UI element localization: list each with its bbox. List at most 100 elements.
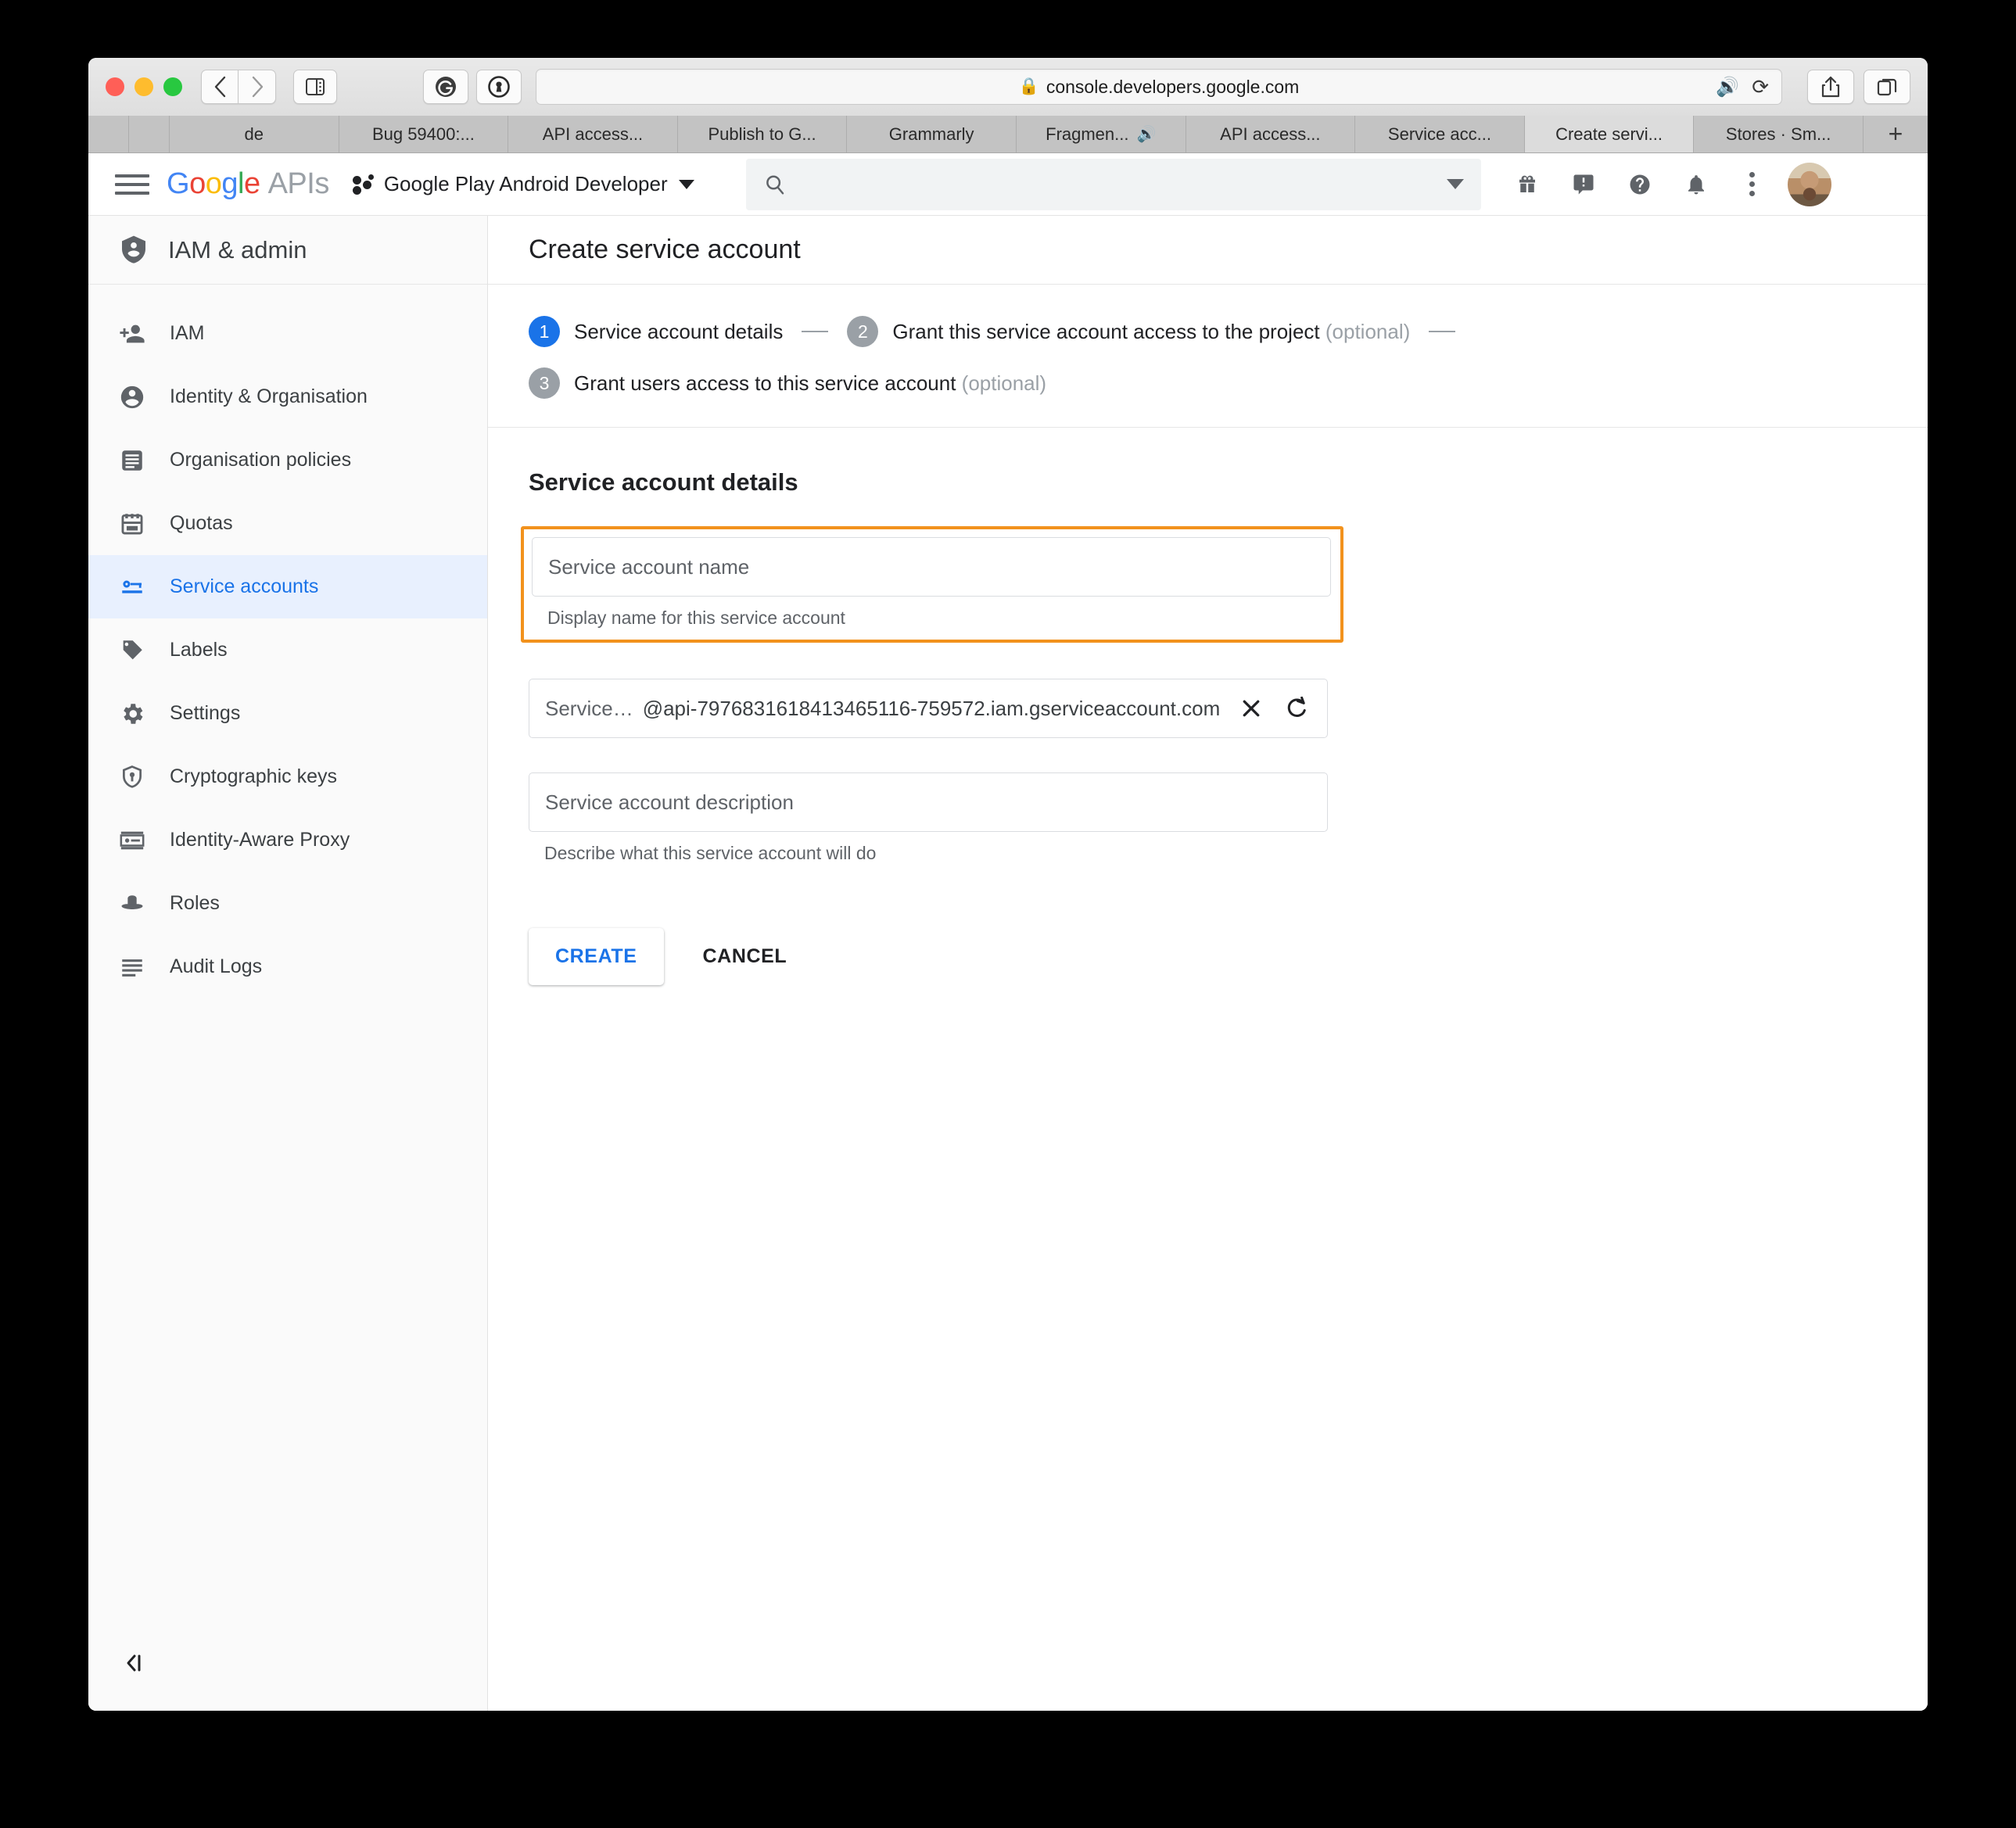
- service-account-description-input[interactable]: Service account description: [529, 772, 1328, 832]
- sidebar-item-identity-organisation[interactable]: Identity & Organisation: [88, 365, 487, 428]
- person-add-icon: [118, 320, 146, 348]
- sidebar-item-identity-aware-proxy[interactable]: Identity-Aware Proxy: [88, 808, 487, 872]
- cancel-button[interactable]: CANCEL: [691, 928, 800, 985]
- sidebar-collapse-button[interactable]: [88, 1651, 487, 1711]
- sidebar-item-cryptographic-keys[interactable]: Cryptographic keys: [88, 745, 487, 808]
- more-vert-icon[interactable]: [1739, 171, 1766, 198]
- search-chevron-down-icon[interactable]: [1446, 179, 1464, 189]
- browser-tab[interactable]: API access...: [508, 116, 678, 152]
- form-heading: Service account details: [529, 468, 798, 496]
- search-input[interactable]: [745, 158, 1481, 210]
- grammarly-extension-icon[interactable]: [423, 70, 468, 104]
- sidebar-item-quotas[interactable]: Quotas: [88, 492, 487, 555]
- project-selector[interactable]: Google Play Android Developer: [352, 172, 694, 196]
- page-title: Create service account: [488, 216, 1928, 285]
- sidebar-item-label: Service accounts: [170, 575, 319, 597]
- tab-title: API access...: [1220, 124, 1321, 144]
- form-actions: CREATE CANCEL: [529, 928, 1887, 1032]
- browser-tab[interactable]: Publish to G...: [677, 116, 848, 152]
- sidebar-item-label: Cryptographic keys: [170, 765, 337, 787]
- description-field-group: Service account description Describe wha…: [529, 772, 1887, 864]
- onepassword-extension-icon[interactable]: [476, 70, 522, 104]
- reload-icon[interactable]: ⟳: [1752, 75, 1769, 99]
- search-icon: [763, 173, 787, 196]
- browser-tab[interactable]: Grammarly: [847, 116, 1017, 152]
- toolbar-right-buttons: [1807, 70, 1910, 104]
- step-3[interactable]: 3 Grant users access to this service acc…: [529, 367, 1046, 399]
- forward-chevron-icon[interactable]: [239, 70, 276, 104]
- step-1[interactable]: 1 Service account details: [529, 316, 783, 347]
- sidebar-item-audit-logs[interactable]: Audit Logs: [88, 935, 487, 998]
- close-window-button[interactable]: [106, 77, 124, 96]
- help-icon[interactable]: [1627, 171, 1653, 198]
- sidebar-item-label: Roles: [170, 892, 220, 914]
- google-apis-logo[interactable]: Go o g l e APIs: [167, 167, 329, 201]
- refresh-icon[interactable]: [1285, 697, 1308, 720]
- minimize-window-button[interactable]: [135, 77, 153, 96]
- back-chevron-icon[interactable]: [201, 70, 239, 104]
- browser-tab[interactable]: Bug 59400:...: [339, 116, 509, 152]
- sidebar-item-service-accounts[interactable]: Service accounts: [88, 555, 487, 618]
- sidebar-item-iam[interactable]: IAM: [88, 302, 487, 365]
- browser-tab[interactable]: Stores · Sm...: [1694, 116, 1864, 152]
- quotas-icon: [118, 510, 146, 538]
- notifications-icon[interactable]: [1683, 171, 1709, 198]
- step-2[interactable]: 2 Grant this service account access to t…: [847, 316, 1410, 347]
- gift-icon[interactable]: [1514, 171, 1541, 198]
- browser-tab-active[interactable]: Create servi...: [1524, 116, 1695, 152]
- header-action-icons: [1514, 171, 1766, 198]
- tab-title: API access...: [542, 124, 644, 144]
- service-account-id-field[interactable]: Service… @api-7976831618413465116-759572…: [529, 679, 1328, 738]
- sidebar: IAM & admin IAM Identity & Organisation …: [88, 216, 488, 1711]
- browser-tab[interactable]: de: [170, 116, 339, 152]
- logo-letter: G: [167, 167, 190, 200]
- sidebar-toggle-icon[interactable]: [293, 70, 337, 104]
- browser-tab[interactable]: API access...: [1186, 116, 1356, 152]
- avatar[interactable]: [1787, 162, 1831, 206]
- id-prefix-text: Service…: [545, 696, 633, 720]
- tab-title: Create servi...: [1555, 124, 1663, 144]
- feedback-icon[interactable]: [1570, 171, 1597, 198]
- step-connector: [1429, 331, 1456, 332]
- logo-apis-text: APIs: [267, 167, 330, 200]
- tab-audio-icon[interactable]: 🔊: [1137, 124, 1157, 144]
- tab-strip-spacer-2: [129, 116, 170, 152]
- new-tab-button[interactable]: +: [1863, 116, 1928, 152]
- name-input-placeholder: Service account name: [548, 554, 750, 579]
- sidebar-item-label: Settings: [170, 702, 241, 724]
- address-bar[interactable]: 🔒 console.developers.google.com 🔊 ⟳: [536, 69, 1782, 105]
- step-label: Grant users access to this service accou…: [574, 371, 1046, 396]
- browser-window: 🔒 console.developers.google.com 🔊 ⟳ de B…: [88, 58, 1928, 1711]
- sidebar-list: IAM Identity & Organisation Organisation…: [88, 285, 487, 998]
- maximize-window-button[interactable]: [163, 77, 182, 96]
- tab-title: Bug 59400:...: [371, 124, 475, 144]
- audit-lines-icon: [118, 953, 146, 981]
- tab-title: de: [244, 124, 264, 144]
- google-apis-header: Go o g l e APIs Google Play Android Developer: [88, 153, 1928, 216]
- service-account-form: Service account details Service account …: [488, 428, 1928, 1032]
- sidebar-item-organisation-policies[interactable]: Organisation policies: [88, 428, 487, 492]
- sidebar-item-label: Labels: [170, 639, 228, 661]
- sidebar-item-settings[interactable]: Settings: [88, 682, 487, 745]
- step-label-text: Grant this service account access to the…: [892, 319, 1320, 343]
- project-name: Google Play Android Developer: [383, 172, 668, 195]
- close-x-icon[interactable]: [1239, 697, 1263, 720]
- policy-list-icon: [118, 446, 146, 475]
- logo-letter: e: [243, 167, 260, 200]
- create-button[interactable]: CREATE: [529, 928, 664, 985]
- tab-strip: de Bug 59400:... API access... Publish t…: [88, 116, 1928, 153]
- browser-tab[interactable]: Service acc...: [1355, 116, 1525, 152]
- hat-icon: [118, 890, 146, 918]
- service-account-name-input[interactable]: Service account name: [532, 537, 1331, 597]
- tabs-overview-icon[interactable]: [1864, 70, 1910, 104]
- url-display: 🔒 console.developers.google.com: [536, 77, 1781, 98]
- share-icon[interactable]: [1807, 70, 1854, 104]
- tab-title: Publish to G...: [708, 124, 816, 144]
- sidebar-item-roles[interactable]: Roles: [88, 872, 487, 935]
- browser-tab[interactable]: Fragmen... 🔊: [1016, 116, 1186, 152]
- hamburger-menu-icon[interactable]: [115, 167, 149, 202]
- audio-playing-icon[interactable]: 🔊: [1716, 76, 1739, 99]
- step-label: Grant this service account access to the…: [892, 320, 1410, 344]
- sidebar-item-labels[interactable]: Labels: [88, 618, 487, 682]
- body-split: IAM & admin IAM Identity & Organisation …: [88, 216, 1928, 1711]
